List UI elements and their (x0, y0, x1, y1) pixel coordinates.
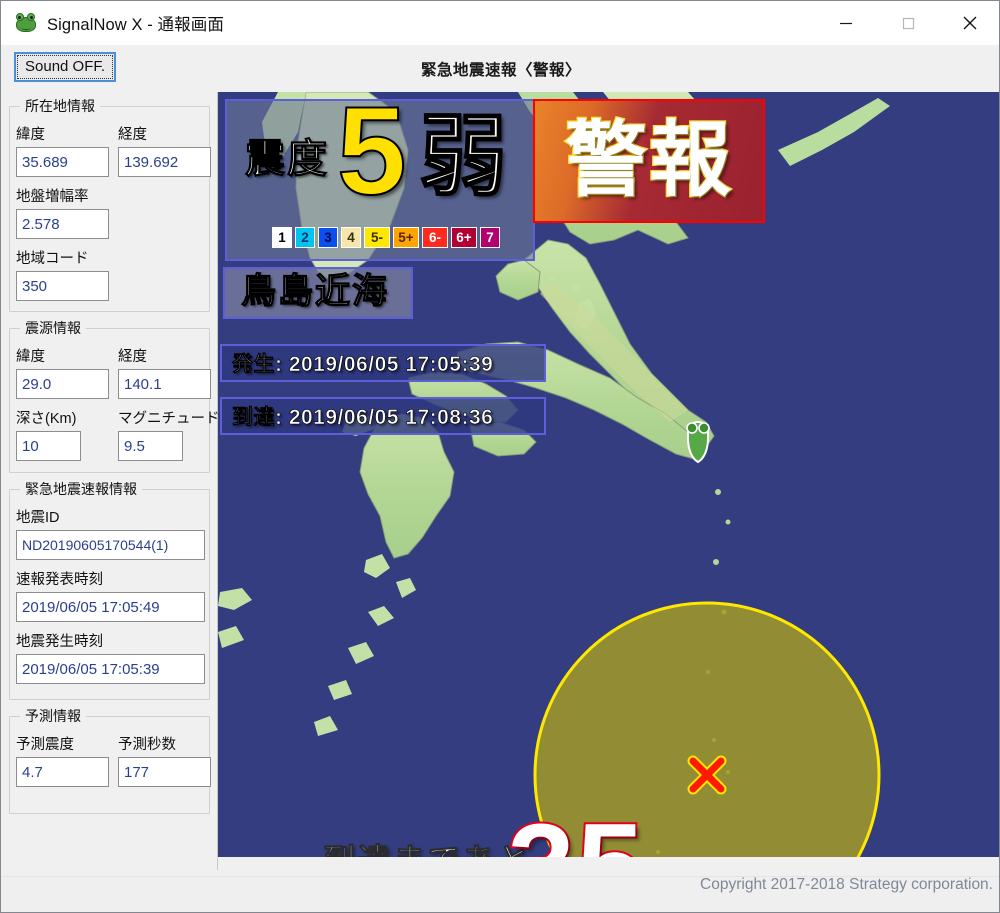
label-magnitude: マグニチュード (118, 411, 220, 427)
field-location-longitude[interactable]: 139.692 (118, 147, 211, 177)
epicenter-region-box: 鳥島近海 (223, 267, 414, 319)
intensity-scale-cell-5plus: 5+ (393, 227, 419, 248)
close-icon (963, 16, 977, 30)
field-hypo-latitude[interactable]: 29.0 (16, 369, 109, 399)
window-controls (815, 1, 999, 45)
countdown-label: 到達まであと (323, 835, 533, 858)
label-eq-id: 地震ID (16, 510, 60, 526)
minimize-icon (840, 22, 852, 25)
intensity-scale-cell-3: 3 (318, 227, 338, 248)
intensity-prefix-label: 震度 (245, 137, 329, 182)
warning-badge-label: 警報 (564, 115, 733, 206)
field-location-latitude[interactable]: 35.689 (16, 147, 109, 177)
close-button[interactable] (939, 1, 999, 45)
group-hypocenter-info: 震源情報 緯度 経度 29.0 140.1 深さ(Km) マグニチュード 10 … (9, 318, 220, 473)
field-hypo-longitude[interactable]: 140.1 (118, 369, 211, 399)
info-sidebar: 所在地情報 緯度 経度 35.689 139.692 地盤増幅率 2.578 地… (1, 92, 220, 870)
alert-type-title: 緊急地震速報〈警報〉 (420, 61, 581, 79)
label-report-time: 速報発表時刻 (16, 572, 103, 588)
label-depth: 深さ(Km) (16, 411, 77, 427)
field-eq-id[interactable]: ND20190605170544(1) (16, 530, 205, 560)
field-origin-time[interactable]: 2019/06/05 17:05:39 (16, 654, 205, 684)
maximize-icon (902, 17, 915, 30)
label-forecast-intensity: 予測震度 (16, 737, 74, 753)
label-hypo-latitude: 緯度 (16, 349, 45, 365)
earthquake-map[interactable]: 震度 5 弱 1 2 3 4 5- 5+ 6- 6+ 7 警報 鳥島近海 発生: 2019/06… (218, 92, 999, 858)
origin-time-label: 発生: 2019/06/05 17:05:39 (232, 353, 494, 377)
epicenter-region-label: 鳥島近海 (240, 272, 390, 311)
intensity-scale-cell-1: 1 (272, 227, 292, 248)
field-depth[interactable]: 10 (16, 431, 81, 461)
group-forecast-legend: 予測情報 (20, 706, 86, 726)
signalnow-window: SignalNow X - 通報画面 緊急地震速報〈警報〉 Sound OFF.… (0, 0, 1000, 913)
field-forecast-intensity[interactable]: 4.7 (16, 757, 109, 787)
intensity-scale-cell-7: 7 (480, 227, 500, 248)
maximize-button[interactable] (877, 1, 939, 45)
group-eew-info: 緊急地震速報情報 地震ID ND20190605170544(1) 速報発表時刻… (9, 479, 210, 700)
arrival-time-box: 到達: 2019/06/05 17:08:36 (220, 397, 546, 435)
minimize-button[interactable] (815, 1, 877, 45)
label-area-code: 地域コード (16, 251, 89, 267)
label-location-longitude: 経度 (118, 127, 147, 143)
sound-off-button[interactable]: Sound OFF. (14, 52, 117, 82)
label-location-latitude: 緯度 (16, 127, 45, 143)
field-report-time[interactable]: 2019/06/05 17:05:49 (16, 592, 205, 622)
window-title: SignalNow X - 通報画面 (47, 16, 224, 34)
intensity-panel: 震度 5 弱 1 2 3 4 5- 5+ 6- 6+ 7 (225, 92, 535, 261)
intensity-value: 5 (336, 92, 408, 221)
group-eew-legend: 緊急地震速報情報 (20, 479, 142, 499)
arrival-time-label: 到達: 2019/06/05 17:08:36 (232, 406, 494, 430)
title-bar: SignalNow X - 通報画面 (1, 1, 999, 46)
field-ground-amplification[interactable]: 2.578 (16, 209, 109, 239)
content-area: 所在地情報 緯度 経度 35.689 139.692 地盤増幅率 2.578 地… (1, 92, 999, 870)
intensity-scale-cell-6plus: 6+ (451, 227, 477, 248)
group-hypocenter-legend: 震源情報 (20, 318, 86, 338)
intensity-scale-cell-5minus: 5- (364, 227, 390, 248)
copyright-text: Copyright 2017-2018 Strategy corporation… (700, 876, 993, 893)
warning-badge: 警報 (533, 99, 765, 223)
frog-icon (15, 13, 37, 33)
field-forecast-seconds[interactable]: 177 (118, 757, 211, 787)
toolbar: 緊急地震速報〈警報〉 Sound OFF. (1, 45, 999, 93)
group-location-info: 所在地情報 緯度 経度 35.689 139.692 地盤増幅率 2.578 地… (9, 96, 211, 312)
label-hypo-longitude: 経度 (118, 349, 147, 365)
origin-time-box: 発生: 2019/06/05 17:05:39 (220, 344, 546, 382)
label-forecast-seconds: 予測秒数 (118, 737, 176, 753)
field-magnitude[interactable]: 9.5 (118, 431, 183, 461)
field-area-code[interactable]: 350 (16, 271, 109, 301)
label-ground-amplification: 地盤増幅率 (16, 189, 89, 205)
label-origin-time: 地震発生時刻 (16, 634, 103, 650)
group-location-legend: 所在地情報 (20, 96, 100, 116)
countdown-value: 35 (506, 804, 645, 857)
intensity-suffix: 弱 (418, 107, 508, 206)
intensity-scale-bar: 1 2 3 4 5- 5+ 6- 6+ 7 (272, 227, 500, 248)
intensity-scale-cell-2: 2 (295, 227, 315, 248)
intensity-scale-cell-4: 4 (341, 227, 361, 248)
group-forecast-info: 予測情報 予測震度 予測秒数 4.7 177 (9, 706, 211, 814)
intensity-scale-cell-6minus: 6- (422, 227, 448, 248)
